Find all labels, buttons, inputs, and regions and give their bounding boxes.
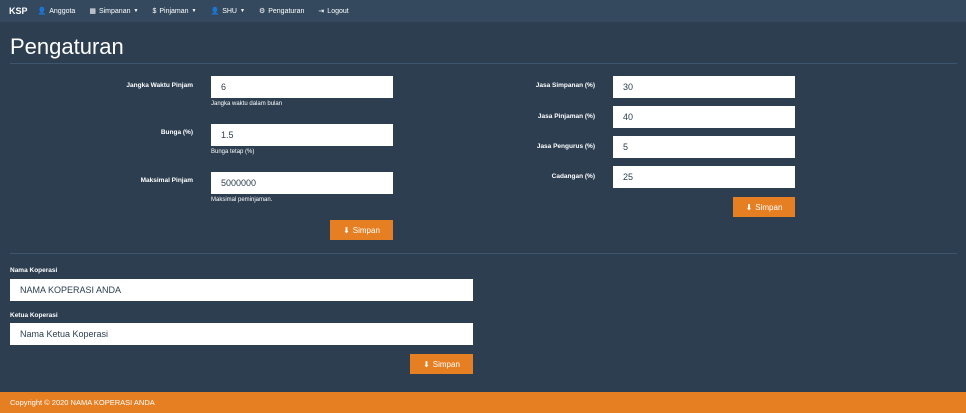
- cadangan-input[interactable]: 25: [613, 166, 795, 188]
- footer-copyright: Copyright © 2020 NAMA KOPERASI ANDA: [10, 398, 155, 407]
- jasa-pinjaman-input[interactable]: 40: [613, 106, 795, 128]
- nav-item-shu[interactable]: 👤 SHU ▼: [210, 7, 245, 16]
- caret-down-icon: ▼: [191, 8, 197, 14]
- jangka-waktu-input[interactable]: 6: [211, 76, 393, 98]
- logout-icon: ⇥: [318, 8, 325, 15]
- nav-item-label: SHU: [222, 7, 237, 15]
- download-icon: ⬇: [745, 202, 753, 212]
- caret-down-icon: ▼: [239, 8, 245, 14]
- user-icon: 👤: [37, 8, 47, 15]
- bunga-help: Bunga tetap (%): [211, 149, 255, 155]
- save-shu-button-label: Simpan: [755, 202, 783, 212]
- nav-item-label: Logout: [327, 7, 349, 15]
- jangka-waktu-label: Jangka Waktu Pinjam: [126, 82, 193, 89]
- maksimal-pinjam-label: Maksimal Pinjam: [140, 177, 193, 184]
- jasa-simpanan-input[interactable]: 30: [613, 76, 795, 98]
- maksimal-pinjam-help: Maksimal peminjaman.: [211, 197, 273, 203]
- grid-icon: ▦: [89, 8, 96, 15]
- nav-item-logout[interactable]: ⇥ Logout: [318, 7, 349, 16]
- jasa-simpanan-label: Jasa Simpanan (%): [535, 82, 595, 89]
- maksimal-pinjam-input[interactable]: 5000000: [211, 172, 393, 194]
- footer: Copyright © 2020 NAMA KOPERASI ANDA: [0, 392, 966, 413]
- download-icon: ⬇: [343, 225, 350, 235]
- nav-item-pinjaman[interactable]: $ Pinjaman ▼: [152, 8, 196, 15]
- ketua-koperasi-input[interactable]: Nama Ketua Koperasi: [10, 323, 473, 345]
- nav-item-anggota[interactable]: 👤 Anggota: [37, 7, 76, 16]
- nav-item-pengaturan[interactable]: ⚙ Pengaturan: [258, 7, 305, 16]
- cadangan-label: Cadangan (%): [551, 173, 595, 180]
- nav-item-label: Anggota: [49, 7, 76, 15]
- nav-item-label: Pinjaman: [159, 7, 189, 15]
- nav-item-simpanan[interactable]: ▦ Simpanan ▼: [89, 7, 139, 16]
- gear-icon: ⚙: [258, 8, 266, 15]
- user-icon: 👤: [210, 8, 220, 15]
- save-koperasi-button[interactable]: ⬇ Simpan: [410, 354, 473, 374]
- bunga-label: Bunga (%): [160, 129, 193, 136]
- jasa-pengurus-label: Jasa Pengurus (%): [536, 143, 595, 150]
- caret-down-icon: ▼: [133, 8, 139, 14]
- jasa-pinjaman-label: Jasa Pinjaman (%): [537, 113, 595, 120]
- divider: [10, 63, 957, 64]
- nav-item-label: Pengaturan: [268, 7, 305, 15]
- divider: [10, 253, 957, 254]
- nav-item-label: Simpanan: [98, 7, 131, 15]
- page-title: Pengaturan: [10, 34, 124, 59]
- save-shu-button[interactable]: ⬇ Simpan: [733, 197, 795, 217]
- navbar: KSP 👤 Anggota ▦ Simpanan ▼ $ Pinjaman ▼ …: [0, 0, 966, 22]
- bunga-input[interactable]: 1.5: [211, 124, 393, 146]
- jangka-waktu-help: Jangka waktu dalam bulan: [211, 101, 283, 107]
- save-koperasi-button-label: Simpan: [432, 359, 460, 369]
- nama-koperasi-label: Nama Koperasi: [10, 267, 58, 274]
- nama-koperasi-input[interactable]: NAMA KOPERASI ANDA: [10, 279, 473, 301]
- save-loan-button[interactable]: ⬇ Simpan: [330, 220, 393, 240]
- download-icon: ⬇: [423, 359, 430, 369]
- ketua-koperasi-label: Ketua Koperasi: [10, 312, 58, 319]
- jasa-pengurus-input[interactable]: 5: [613, 136, 795, 158]
- dollar-icon: $: [152, 7, 157, 15]
- save-loan-button-label: Simpan: [352, 225, 380, 235]
- brand-link[interactable]: KSP: [9, 6, 28, 16]
